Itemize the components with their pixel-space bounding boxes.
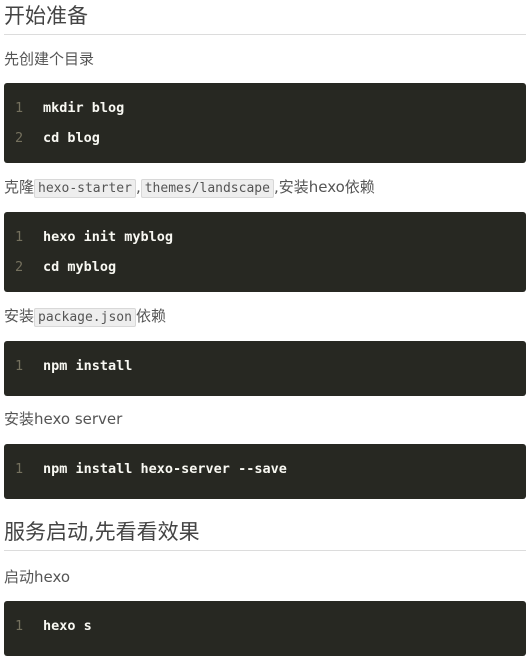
line-number: 1 <box>15 229 24 245</box>
code-text: hexo s <box>43 618 92 634</box>
code-block-create-dir: 1 mkdir blog 2 cd blog <box>4 83 526 163</box>
step-text-clone: 克隆 hexo-starter, themes/landscape ,安装hexo依赖 <box>4 176 526 200</box>
step-text-start-hexo: 启动hexo <box>4 568 71 586</box>
code-text: hexo init myblog <box>43 229 174 245</box>
code-line: 1 mkdir blog <box>4 93 526 123</box>
code-line: 1 npm install <box>4 351 526 381</box>
code-text: cd myblog <box>43 259 117 275</box>
code-line: 2 cd blog <box>4 123 526 153</box>
step-text-install-server: 安装hexo server <box>4 410 123 428</box>
line-number: 1 <box>15 618 24 634</box>
code-block-hexo-server: 1 npm install hexo-server --save <box>4 444 526 499</box>
line-number: 2 <box>15 259 24 275</box>
line-number: 2 <box>15 130 24 146</box>
line-number: 1 <box>15 100 24 116</box>
step-text-separator: , <box>135 178 141 196</box>
line-number: 1 <box>15 461 24 477</box>
step-text-suffix: ,安装hexo依赖 <box>273 178 375 196</box>
inline-code-package-json: package.json <box>34 308 136 327</box>
code-text: mkdir blog <box>43 100 125 116</box>
step-text-install-deps: 安装 package.json 依赖 <box>4 305 526 329</box>
step-text-suffix: 依赖 <box>135 307 166 325</box>
code-line: 2 cd myblog <box>4 252 526 282</box>
section-heading-serve: 服务启动,先看看效果 <box>4 516 526 551</box>
inline-code-hexo-starter: hexo-starter <box>34 179 136 198</box>
code-block-hexo-s: 1 hexo s <box>4 601 526 656</box>
code-text: npm install hexo-server --save <box>43 461 287 477</box>
code-block-npm-install: 1 npm install <box>4 341 526 396</box>
code-text: cd blog <box>43 130 100 146</box>
code-line: 1 hexo s <box>4 611 526 641</box>
code-line: 1 npm install hexo-server --save <box>4 454 526 484</box>
code-line: 1 hexo init myblog <box>4 222 526 252</box>
line-number: 1 <box>15 358 24 374</box>
step-text-prefix: 安装 <box>4 307 35 325</box>
step-text-create-dir: 先创建个目录 <box>4 50 95 68</box>
step-text-prefix: 克隆 <box>4 178 35 196</box>
code-block-hexo-init: 1 hexo init myblog 2 cd myblog <box>4 212 526 292</box>
section-heading-start: 开始准备 <box>4 0 526 35</box>
inline-code-themes-landscape: themes/landscape <box>140 179 274 198</box>
code-text: npm install <box>43 358 133 374</box>
